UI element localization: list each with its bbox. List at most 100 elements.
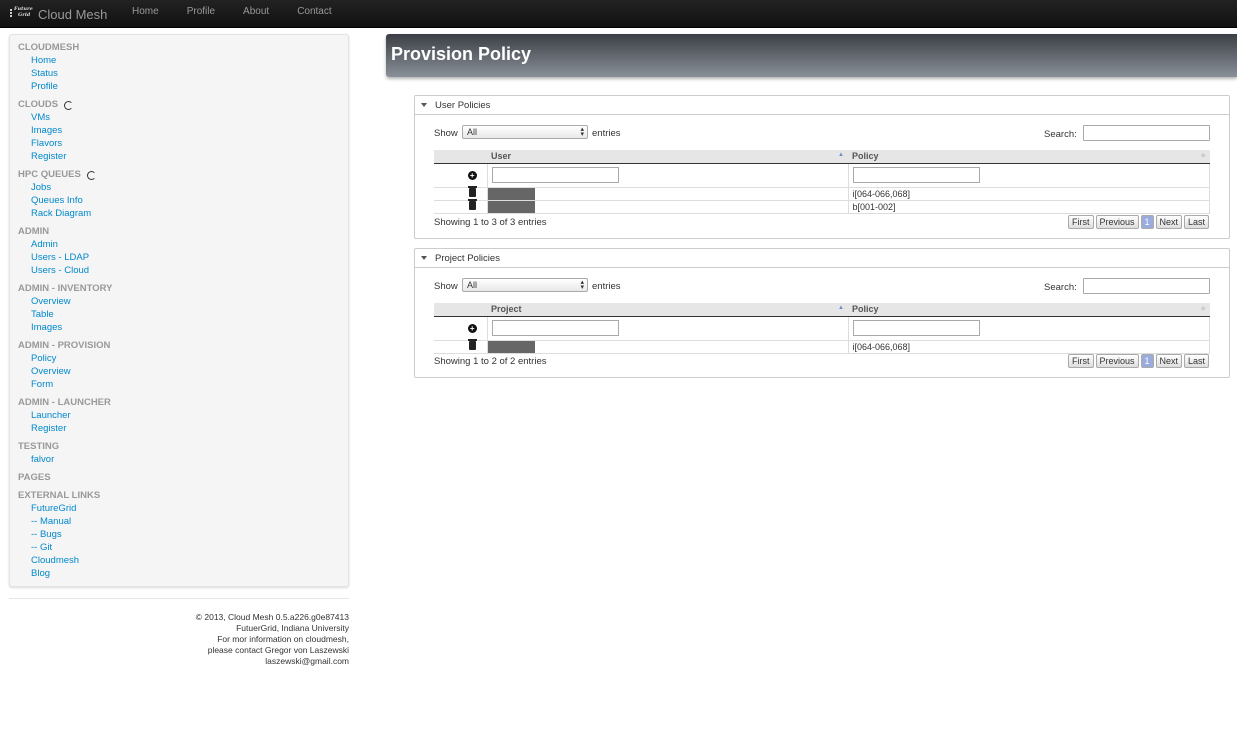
collapse-caret-icon[interactable] [421,103,427,107]
sidebar-item[interactable]: Jobs [18,181,348,194]
column-header-project[interactable]: Project ▲ [487,303,848,317]
sidebar-item[interactable]: Images [18,124,348,137]
sidebar-item[interactable]: Home [18,54,348,67]
nav-contact[interactable]: Contact [297,0,331,28]
trash-icon[interactable] [467,186,477,197]
pager-previous-button[interactable]: Previous [1095,215,1139,229]
pager-first-button[interactable]: First [1068,354,1094,368]
project-policies-title: Project Policies [435,252,500,264]
column-header-policy[interactable]: Policy ◆ [848,150,1210,164]
sidebar-group-title: CLOUDS [18,99,59,110]
sidebar-group-title: ADMIN - LAUNCHER [18,397,111,408]
collapse-caret-icon[interactable] [421,256,427,260]
nav-about[interactable]: About [243,0,269,28]
sidebar-item[interactable]: FutureGrid [18,502,348,515]
trash-icon[interactable] [467,339,477,350]
page-title: Provision Policy [391,44,532,64]
user-policies-header[interactable]: User Policies [415,96,1229,115]
sidebar-item[interactable]: Blog [18,567,348,580]
sidebar-item[interactable]: Cloudmesh [18,554,348,567]
sidebar-item[interactable]: Overview [18,295,348,308]
sidebar-group-header: EXTERNAL LINKS [18,489,348,502]
sidebar-item[interactable]: Queues Info [18,194,348,207]
add-icon[interactable]: + [467,324,477,333]
sidebar-item[interactable]: Register [18,422,348,435]
search-input[interactable] [1083,125,1210,141]
sidebar-item[interactable]: -- Git [18,541,348,554]
nav-home[interactable]: Home [132,0,159,28]
add-cell: + [434,316,488,341]
sidebar-item[interactable]: Register [18,150,348,163]
pager-previous-button[interactable]: Previous [1095,354,1139,368]
search-input[interactable] [1083,278,1210,294]
pager-page-button[interactable]: 1 [1140,354,1154,368]
entries-select[interactable]: All ▴ ▾ [462,278,588,292]
select-arrows-icon: ▴ ▾ [580,279,584,291]
sidebar-item[interactable]: Admin [18,238,348,251]
sidebar-item[interactable]: Users - LDAP [18,251,348,264]
show-label: Show [434,281,458,292]
sidebar-item[interactable]: -- Bugs [18,528,348,541]
policy-cell[interactable]: i[064-066,068] [848,187,1210,201]
brand[interactable]: Future Grid Cloud Mesh [10,4,107,24]
user-cell [487,200,849,214]
sidebar-group-header: TESTING [18,440,348,453]
sidebar-item[interactable]: VMs [18,111,348,124]
sidebar-item[interactable]: -- Manual [18,515,348,528]
sort-asc-icon: ▲ [838,305,844,311]
pager-first-button[interactable]: First [1068,215,1094,229]
project-filter-cell [487,316,849,341]
sidebar-item[interactable]: Rack Diagram [18,207,348,220]
entries-select-value: All [467,280,478,290]
sidebar-item[interactable]: Launcher [18,409,348,422]
footer-copyright: © 2013, Cloud Mesh 0.5.a226.g0e87413 [195,612,349,622]
policy-filter-input[interactable] [852,167,980,183]
entries-select[interactable]: All ▴ ▾ [462,125,588,139]
policy-filter-cell [848,163,1210,188]
sidebar-item[interactable]: Profile [18,80,348,93]
sidebar-item[interactable]: Form [18,378,348,391]
pager-next-button[interactable]: Next [1155,354,1183,368]
column-header-policy[interactable]: Policy ◆ [848,303,1210,317]
project-cell [487,340,849,354]
sidebar-group-header: ADMIN [18,225,348,238]
add-icon[interactable]: + [467,171,477,180]
sidebar-item[interactable]: Images [18,321,348,334]
trash-icon[interactable] [467,199,477,210]
sidebar-item[interactable]: Flavors [18,137,348,150]
project-policies-header[interactable]: Project Policies [415,249,1229,268]
sidebar-item[interactable]: Table [18,308,348,321]
sidebar-item[interactable]: Policy [18,352,348,365]
pager-page-button[interactable]: 1 [1140,215,1154,229]
policy-filter-input[interactable] [852,320,980,336]
sidebar-item[interactable]: Users - Cloud [18,264,348,277]
sidebar-item[interactable]: Overview [18,365,348,378]
sidebar-item[interactable]: falvor [18,453,348,466]
policy-cell[interactable]: i[064-066,068] [848,340,1210,354]
column-header-actions [434,303,487,317]
futuregrid-logo: Future Grid [10,6,34,22]
table-row: b[001-002] [434,199,1210,214]
footer-org: FutuerGrid, Indiana University [236,623,349,633]
sidebar-group: ADMIN - PROVISION Policy Overview Form [18,339,348,391]
sidebar-group-title: CLOUDMESH [18,42,80,53]
project-policies-table: Project ▲ Policy ◆ + i[064-066,068] [434,303,1210,354]
project-policies-panel: Project Policies Show All ▴ ▾ entries Sea… [414,248,1230,378]
pager-last-button[interactable]: Last [1184,215,1210,229]
project-filter-input[interactable] [491,320,619,336]
brand-name[interactable]: Cloud Mesh [38,7,107,22]
entries-label: entries [592,128,621,139]
sidebar-group-title: EXTERNAL LINKS [18,490,101,501]
policy-cell[interactable]: b[001-002] [848,200,1210,214]
column-header-user[interactable]: User ▲ [487,150,848,164]
sort-both-icon: ◆ [1200,153,1206,159]
footer-info: For mor information on cloudmesh, [217,634,349,644]
delete-cell [434,339,488,354]
user-filter-input[interactable] [491,167,619,183]
nav-profile[interactable]: Profile [187,0,215,28]
footer-divider [9,598,349,599]
sidebar-item[interactable]: Status [18,67,348,80]
pager-next-button[interactable]: Next [1155,215,1183,229]
pager-last-button[interactable]: Last [1184,354,1210,368]
footer-email: laszewski@gmail.com [265,656,349,666]
